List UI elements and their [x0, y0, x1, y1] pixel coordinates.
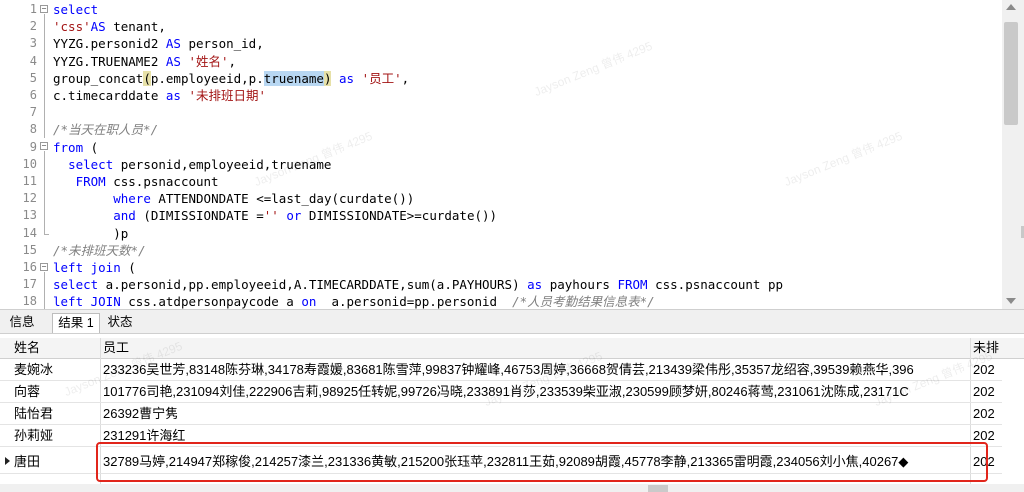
line-number: 7 — [29, 105, 37, 120]
cell-employees[interactable]: 233236吴世芳,83148陈芬琳,34178寿霞媛,83681陈雪萍,998… — [103, 359, 971, 381]
fold-toggle-icon[interactable]: − — [40, 142, 48, 150]
cell-name[interactable]: 孙莉娅 — [14, 425, 98, 447]
cell-name[interactable]: 陆怡君 — [14, 403, 98, 425]
code-line: 'css'AS tenant, — [53, 19, 166, 35]
line-number: 17 — [22, 277, 37, 292]
code-line: select — [53, 2, 99, 17]
code-line: select personid,employeeid,truename — [68, 156, 332, 172]
cell-date[interactable]: 202 — [973, 359, 1002, 381]
cell-date[interactable]: 202 — [973, 381, 1002, 403]
code-line: left join ( — [53, 260, 136, 275]
tab-status[interactable]: 状态 — [103, 313, 137, 333]
sql-editor[interactable]: 1 2 3 4 5 6 7 8 9 10 11 12 13 14 15 16 1… — [0, 0, 1002, 309]
code-line: /*未排班天数*/ — [53, 242, 146, 258]
line-number: 10 — [22, 156, 37, 171]
code-line: YYZG.TRUENAME2 AS '姓名', — [53, 53, 237, 69]
line-number: 15 — [22, 242, 37, 257]
code-line: group_concat(p.employeeid,p.truename) as… — [53, 70, 410, 86]
line-number: 13 — [22, 208, 37, 223]
line-number: 4 — [29, 53, 37, 68]
fold-toggle-icon[interactable]: − — [40, 263, 48, 271]
code-line: and (DIMISSIONDATE ='' or DIMISSIONDATE>… — [113, 208, 498, 224]
cell-name[interactable]: 麦婉冰 — [14, 359, 98, 381]
line-number: 5 — [29, 70, 37, 85]
fold-guide-end — [44, 234, 49, 235]
line-number: 2 — [29, 19, 37, 34]
code-line: FROM css.psnaccount — [75, 174, 219, 189]
cell-name[interactable]: 向蓉 — [14, 381, 98, 403]
scroll-down-icon[interactable] — [1006, 298, 1016, 304]
code-line: c.timecarddate as '未排班日期' — [53, 88, 267, 103]
line-number: 9 — [29, 139, 37, 154]
line-number: 1 — [29, 2, 37, 16]
code-line: where ATTENDONDATE <=last_day(curdate()) — [113, 191, 415, 207]
cell-employees[interactable]: 26392曹宁隽 — [103, 403, 971, 425]
scrollbar-thumb[interactable] — [1004, 22, 1018, 125]
scrollbar-thumb[interactable] — [648, 485, 668, 492]
line-number: 12 — [22, 191, 37, 206]
tab-result-1[interactable]: 结果 1 — [52, 313, 100, 333]
fold-guide — [44, 151, 45, 234]
column-header-date[interactable]: 未排 — [973, 337, 1002, 359]
cell-employees[interactable]: 101776司艳,231094刘佳,222906吉莉,98925任转妮,9972… — [103, 381, 971, 403]
line-number: 16 — [22, 260, 37, 274]
line-number: 14 — [22, 225, 37, 240]
code-line: YYZG.personid2 AS person_id, — [53, 36, 264, 52]
code-line: left JOIN css.atdpersonpaycode a on a.pe… — [53, 294, 655, 309]
fold-toggle-icon[interactable]: − — [40, 5, 48, 13]
fold-guide — [44, 14, 45, 138]
code-line: select a.personid,pp.employeeid,A.TIMECA… — [53, 277, 784, 293]
fold-guide — [44, 272, 45, 309]
code-line: /*当天在职人员*/ — [53, 122, 159, 138]
line-number: 3 — [29, 36, 37, 51]
grid-horizontal-scrollbar[interactable] — [0, 484, 1024, 492]
result-tab-bar — [0, 309, 1024, 334]
line-number: 18 — [22, 294, 37, 309]
column-header-employees[interactable]: 员工 — [103, 337, 971, 359]
scroll-up-icon[interactable] — [1006, 4, 1016, 10]
cell-name[interactable]: 唐田 — [14, 451, 98, 473]
column-header-name[interactable]: 姓名 — [14, 337, 98, 359]
code-line: from ( — [53, 139, 99, 155]
cell-date[interactable]: 202 — [973, 403, 1002, 425]
line-number: 8 — [29, 122, 37, 137]
tab-info[interactable]: 信息 — [4, 313, 40, 333]
row-pointer-icon — [5, 457, 10, 465]
code-line: )p — [53, 225, 129, 241]
line-number: 6 — [29, 88, 37, 102]
highlight-annotation-box — [96, 442, 988, 482]
line-number: 11 — [22, 174, 37, 188]
